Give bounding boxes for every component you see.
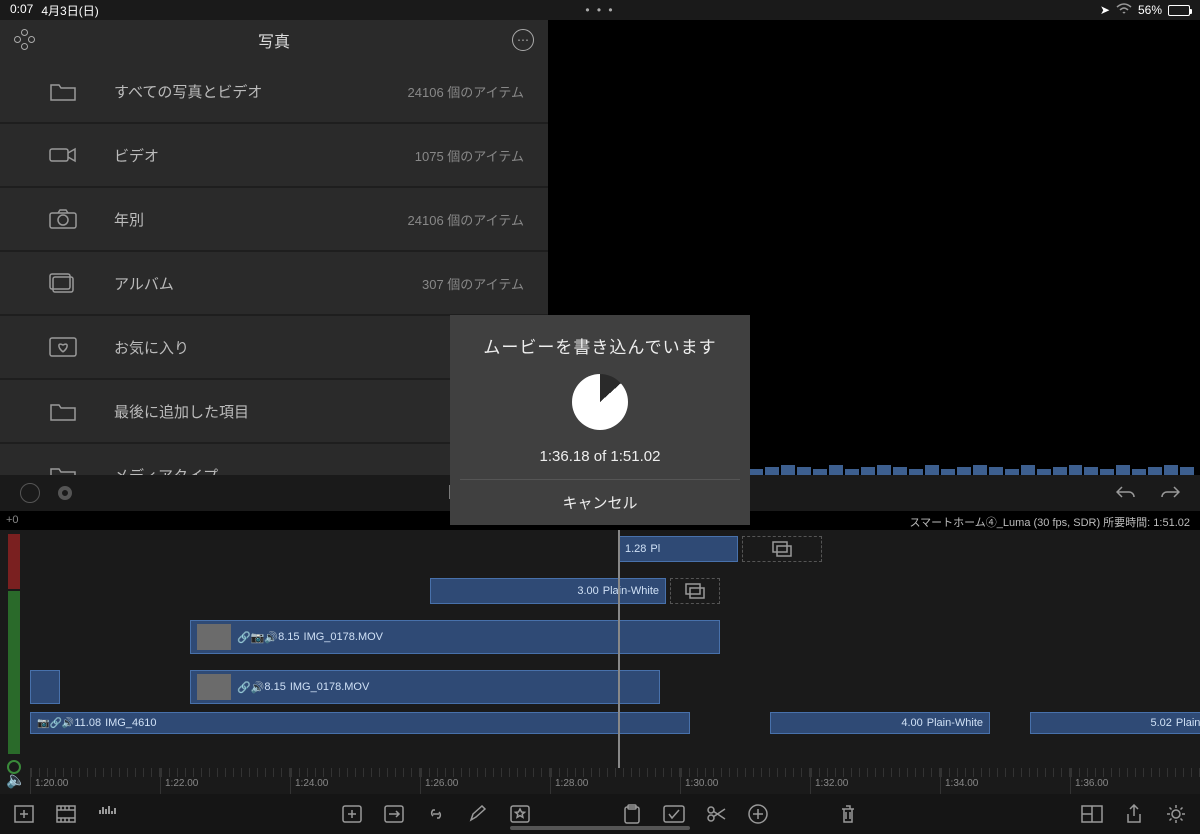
timeline[interactable]: 🔈 1.28Pl 3.00Plain-White 🔗 📷 🔊 8.15IMG_0… bbox=[0, 530, 1200, 794]
status-time: 0:07 bbox=[10, 2, 33, 19]
add-circle-icon[interactable] bbox=[746, 804, 770, 824]
clip-fragment[interactable] bbox=[30, 670, 60, 704]
status-bar: 0:07 4月3日(日) • • • ➤ 56% bbox=[0, 0, 1200, 20]
sidebar-item-label: すべての写真とビデオ bbox=[114, 81, 408, 102]
status-date: 4月3日(日) bbox=[41, 2, 98, 19]
library-title: 写真 bbox=[258, 28, 290, 52]
waveform-icon[interactable] bbox=[96, 804, 120, 824]
playhead[interactable] bbox=[618, 530, 620, 768]
export-dialog: ムービーを書き込んでいます 1:36.18 of 1:51.02 キャンセル bbox=[450, 315, 750, 525]
clip-audio-main[interactable]: 📷🔗🔊 11.08IMG_4610 bbox=[30, 712, 690, 734]
add-media-icon[interactable] bbox=[12, 804, 36, 824]
clip-title-2[interactable]: 3.00Plain-White bbox=[430, 578, 666, 604]
record-icon[interactable] bbox=[58, 486, 72, 500]
home-indicator[interactable] bbox=[510, 826, 690, 830]
approve-icon[interactable] bbox=[20, 483, 40, 503]
speaker-icon[interactable]: 🔈 bbox=[6, 770, 26, 790]
ruler-tick: 1:20.00 bbox=[30, 768, 160, 794]
filmstrip-icon[interactable] bbox=[54, 804, 78, 824]
clip-thumbnail bbox=[197, 674, 231, 700]
sidebar-item-count: 24106 個のアイテム bbox=[408, 210, 524, 229]
folder-icon bbox=[48, 80, 78, 102]
clips-area[interactable]: 1.28Pl 3.00Plain-White 🔗 📷 🔊 8.15IMG_017… bbox=[30, 530, 1200, 768]
heart-icon bbox=[48, 336, 78, 358]
audio-icon: 🔊 bbox=[264, 631, 278, 644]
undo-icon[interactable] bbox=[1116, 485, 1136, 502]
folder-icon bbox=[48, 464, 78, 475]
location-icon: ➤ bbox=[1100, 3, 1110, 17]
dialog-title: ムービーを書き込んでいます bbox=[460, 333, 740, 358]
video-camera-icon bbox=[48, 144, 78, 166]
battery-icon bbox=[1168, 5, 1190, 16]
multitask-dots[interactable]: • • • bbox=[585, 3, 614, 17]
folder-icon bbox=[48, 400, 78, 422]
progress-text: 1:36.18 of 1:51.02 bbox=[460, 448, 740, 465]
sidebar-item-albums[interactable]: アルバム 307 個のアイテム bbox=[0, 252, 548, 314]
battery-percent: 56% bbox=[1138, 3, 1162, 17]
mic-icon: 📷 bbox=[251, 631, 265, 644]
add-box-icon[interactable] bbox=[340, 804, 364, 824]
clip-title-1[interactable]: 1.28Pl bbox=[618, 536, 738, 562]
wifi-icon bbox=[1116, 3, 1132, 18]
ruler-tick: 1:36.00 bbox=[1070, 768, 1200, 794]
ruler-tick: 1:34.00 bbox=[940, 768, 1070, 794]
sidebar-item-all[interactable]: すべての写真とビデオ 24106 個のアイテム bbox=[0, 60, 548, 122]
layout-icon[interactable] bbox=[1080, 804, 1104, 824]
link-icon[interactable] bbox=[424, 804, 448, 824]
link-icon: 🔗 bbox=[237, 681, 251, 694]
mic-icon: 📷🔗🔊 bbox=[37, 718, 74, 729]
albums-icon bbox=[48, 272, 78, 294]
progress-pie-icon bbox=[572, 374, 628, 430]
sidebar-item-count: 307 個のアイテム bbox=[422, 274, 524, 293]
sidebar-item-video[interactable]: ビデオ 1075 個のアイテム bbox=[0, 124, 548, 186]
audio-level-meter bbox=[8, 534, 20, 774]
gear-icon[interactable] bbox=[1164, 804, 1188, 824]
ruler-tick: 1:24.00 bbox=[290, 768, 420, 794]
sidebar-item-label: アルバム bbox=[114, 273, 422, 294]
clip-thumbnail bbox=[197, 624, 231, 650]
camera-icon bbox=[48, 208, 78, 230]
share-icon[interactable] bbox=[1122, 804, 1146, 824]
clip-video-2[interactable]: 🔗 🔊 8.15IMG_0178.MOV bbox=[190, 670, 660, 704]
sidebar-item-label: お気に入り bbox=[114, 337, 502, 358]
sidebar-item-count: 24106 個のアイテム bbox=[408, 82, 524, 101]
clip-video-1[interactable]: 🔗 📷 🔊 8.15IMG_0178.MOV bbox=[190, 620, 720, 654]
audio-icon: 🔊 bbox=[251, 681, 265, 694]
redo-icon[interactable] bbox=[1160, 485, 1180, 502]
star-box-icon[interactable] bbox=[508, 804, 532, 824]
ruler-tick: 1:32.00 bbox=[810, 768, 940, 794]
sidebar-item-label: 年別 bbox=[114, 209, 408, 230]
select-icon[interactable] bbox=[662, 804, 686, 824]
ruler-tick: 1:30.00 bbox=[680, 768, 810, 794]
options-icon[interactable]: ⋯ bbox=[512, 29, 534, 51]
insert-icon[interactable] bbox=[382, 804, 406, 824]
bottom-toolbar bbox=[0, 794, 1200, 834]
clip-title-3[interactable]: 4.00Plain-White bbox=[770, 712, 990, 734]
volume-offset: +0 bbox=[6, 514, 19, 526]
trash-icon[interactable] bbox=[836, 804, 860, 824]
project-info: スマートホーム④_Luma (30 fps, SDR) 所要時間: 1:51.0… bbox=[909, 514, 1190, 530]
ruler-tick: 1:22.00 bbox=[160, 768, 290, 794]
sidebar-item-count: 1075 個のアイテム bbox=[415, 146, 524, 165]
pencil-icon[interactable] bbox=[466, 804, 490, 824]
ruler-tick: 1:26.00 bbox=[420, 768, 550, 794]
scissors-icon[interactable] bbox=[704, 804, 728, 824]
link-icon: 🔗 bbox=[237, 631, 251, 644]
clip-title-4[interactable]: 5.02Plain-Whi bbox=[1030, 712, 1200, 734]
clipboard-icon[interactable] bbox=[620, 804, 644, 824]
time-ruler[interactable]: 1:20.00 1:22.00 1:24.00 1:26.00 1:28.00 … bbox=[30, 768, 1200, 794]
clip-placeholder[interactable] bbox=[742, 536, 822, 562]
sources-icon[interactable] bbox=[14, 29, 36, 51]
clip-placeholder[interactable] bbox=[670, 578, 720, 604]
sidebar-item-label: ビデオ bbox=[114, 145, 415, 166]
ruler-tick: 1:28.00 bbox=[550, 768, 680, 794]
library-header: 写真 ⋯ bbox=[0, 20, 548, 60]
cancel-button[interactable]: キャンセル bbox=[460, 479, 740, 525]
sidebar-item-years[interactable]: 年別 24106 個のアイテム bbox=[0, 188, 548, 250]
